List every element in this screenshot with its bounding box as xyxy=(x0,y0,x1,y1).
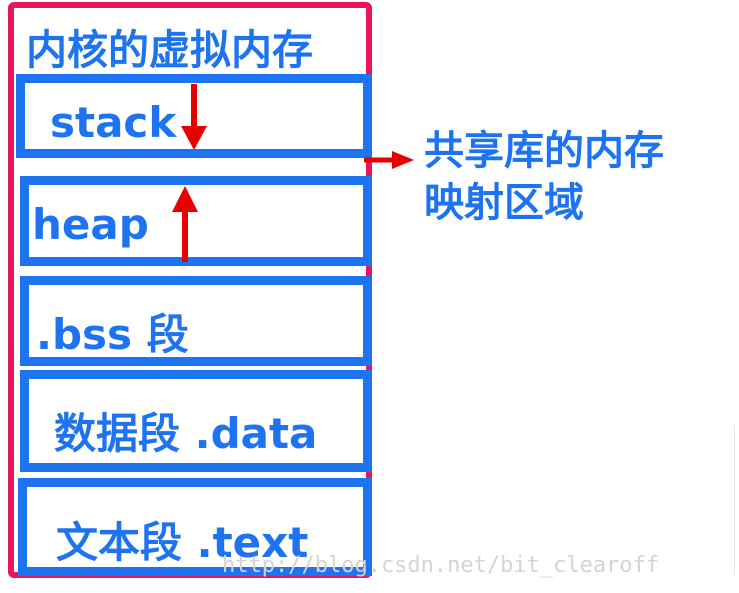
stack-growth-arrow xyxy=(181,84,207,150)
watermark-text: http://blog.csdn.net/bit_clearoff xyxy=(222,553,660,578)
edge-divider xyxy=(734,425,735,575)
heap-growth-arrow xyxy=(172,186,198,262)
shared-region-arrow xyxy=(364,151,414,169)
arrows-layer xyxy=(172,84,414,262)
